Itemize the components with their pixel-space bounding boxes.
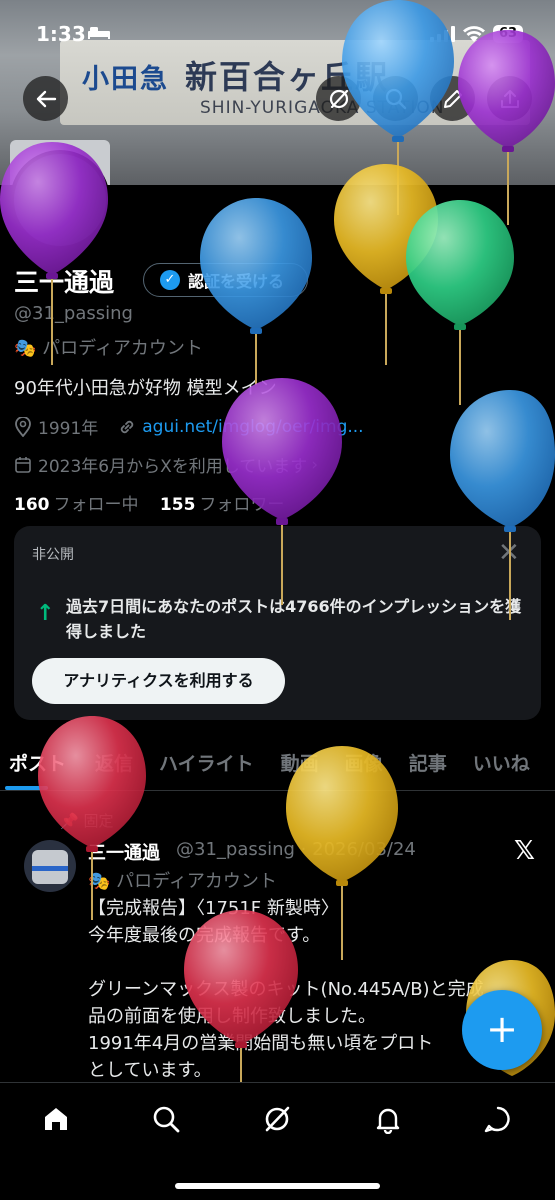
- post-line: としています。: [88, 1060, 212, 1081]
- notifications-icon: [376, 1108, 400, 1134]
- post-author-name[interactable]: 三一通過: [88, 839, 160, 865]
- post-author-meta: @31_passing · 2026/03/24: [176, 839, 416, 860]
- edit-button[interactable]: [430, 76, 475, 121]
- profile-name: 三一通過: [14, 268, 115, 297]
- pin-icon: 📌: [60, 812, 79, 830]
- theater-mask-icon: 🎭: [88, 871, 111, 892]
- link-icon: [121, 420, 134, 433]
- nav-home[interactable]: [38, 1101, 74, 1137]
- compose-post-button[interactable]: +: [462, 990, 542, 1070]
- location-text: 1991年: [38, 419, 99, 439]
- following-link[interactable]: 160 フォロー中: [14, 495, 139, 515]
- x-logo-icon: 𝕏: [514, 836, 535, 866]
- follow-counts: 160 フォロー中 155 フォロワー: [14, 490, 284, 515]
- profile-meta: 1991年 agui.net/imglog/oer/img...: [14, 414, 364, 439]
- nav-search[interactable]: [148, 1101, 184, 1137]
- sleep-focus-icon: [88, 27, 110, 39]
- followers-label: フォロワー: [199, 495, 285, 515]
- pinned-label: 📌 固定: [60, 812, 114, 830]
- cellular-signal-icon: [430, 26, 455, 42]
- tabs-divider: [0, 790, 555, 791]
- balloon-yellow: [334, 164, 438, 365]
- back-button[interactable]: [23, 76, 68, 121]
- location-icon: [15, 416, 31, 437]
- following-count: 160: [14, 495, 50, 515]
- private-label: 非公開: [32, 547, 74, 563]
- avatar[interactable]: [10, 150, 110, 250]
- tab-posts[interactable]: ポスト: [9, 735, 66, 791]
- search-icon: [153, 1106, 180, 1133]
- post-line: 品の前面を使用し制作致しました。: [88, 1006, 376, 1027]
- use-analytics-button[interactable]: アナリティクスを利用する: [32, 658, 285, 704]
- tab-replies[interactable]: 返信: [95, 735, 133, 791]
- train-stripe: [32, 866, 68, 871]
- nav-grok[interactable]: [259, 1101, 295, 1137]
- post-line: グリーンマックス製のキット(No.445A/B)と完成: [88, 979, 484, 1000]
- home-indicator[interactable]: [175, 1183, 380, 1189]
- back-arrow-icon: [36, 90, 56, 107]
- theater-mask-icon: 🎭: [14, 338, 37, 359]
- status-bar: 1:33 63: [0, 0, 555, 60]
- search-button[interactable]: [373, 76, 418, 121]
- verified-badge-icon: ✓: [160, 270, 180, 290]
- balloon-green: [406, 200, 514, 405]
- profile-handle: @31_passing: [14, 303, 133, 324]
- post-parody-label: 🎭 パロディアカウント: [88, 871, 277, 892]
- analytics-card: 非公開 ✕ ↑ 過去7日間にあなたのポストは4766件のインプレッションを獲得し…: [14, 526, 541, 720]
- joined-text: 2023年6月からXを利用しています: [38, 457, 308, 477]
- get-verified-button[interactable]: ✓ 認証を受ける: [143, 263, 308, 297]
- post-line: 【完成報告】〈1751F 新製時〉: [88, 898, 339, 919]
- tab-articles[interactable]: 記事: [409, 735, 447, 791]
- calendar-icon: [15, 456, 31, 473]
- grok-icon: [265, 1106, 290, 1132]
- wifi-icon: [463, 26, 485, 42]
- sign-brand: 小田急: [82, 64, 169, 95]
- post-body[interactable]: 【完成報告】〈1751F 新製時〉 今年度最後の完成報告です。 グリーンマックス…: [88, 895, 508, 1084]
- profile-tabs: ポスト 返信 ハイライト 動画 画像 記事 いいね: [0, 735, 555, 791]
- tab-likes[interactable]: いいね: [473, 735, 530, 791]
- following-label: フォロー中: [53, 495, 139, 515]
- grok-icon: [329, 89, 348, 108]
- nav-messages[interactable]: [480, 1101, 516, 1137]
- joined-row: 2023年6月からXを利用しています ›: [14, 452, 318, 477]
- pencil-icon: [443, 89, 462, 108]
- tab-highlights[interactable]: ハイライト: [159, 735, 254, 791]
- home-icon: [45, 1108, 67, 1130]
- share-button[interactable]: [487, 76, 532, 121]
- tab-videos[interactable]: 動画: [281, 735, 319, 791]
- post-line: [88, 949, 508, 976]
- parody-label: 🎭 パロディアカウント: [14, 338, 203, 359]
- post-line: 今年度最後の完成報告です。: [88, 925, 321, 946]
- chevron-right-icon: ›: [311, 454, 319, 475]
- messages-icon: [484, 1106, 510, 1133]
- grok-button[interactable]: [316, 76, 361, 121]
- nav-notifications[interactable]: [370, 1101, 406, 1137]
- search-icon: [385, 88, 406, 109]
- status-time: 1:33: [36, 22, 86, 46]
- arrow-up-icon: ↑: [36, 601, 55, 626]
- verify-label: 認証を受ける: [188, 272, 285, 291]
- close-icon[interactable]: ✕: [498, 538, 520, 568]
- post-line: 1991年4月の営業開始間も無い頃をプロト: [88, 1033, 434, 1054]
- profile-link[interactable]: agui.net/imglog/oer/img...: [142, 417, 363, 437]
- share-icon: [500, 89, 519, 108]
- battery-indicator: 63: [493, 25, 523, 43]
- followers-link[interactable]: 155 フォロワー: [160, 495, 285, 515]
- profile-bio: 90年代小田急が好物 模型メイン: [14, 378, 277, 399]
- tab-images[interactable]: 画像: [345, 735, 383, 791]
- post-avatar[interactable]: [24, 840, 76, 892]
- followers-count: 155: [159, 495, 196, 515]
- impressions-message: 過去7日間にあなたのポストは4766件のインプレッションを獲得しました: [66, 597, 522, 641]
